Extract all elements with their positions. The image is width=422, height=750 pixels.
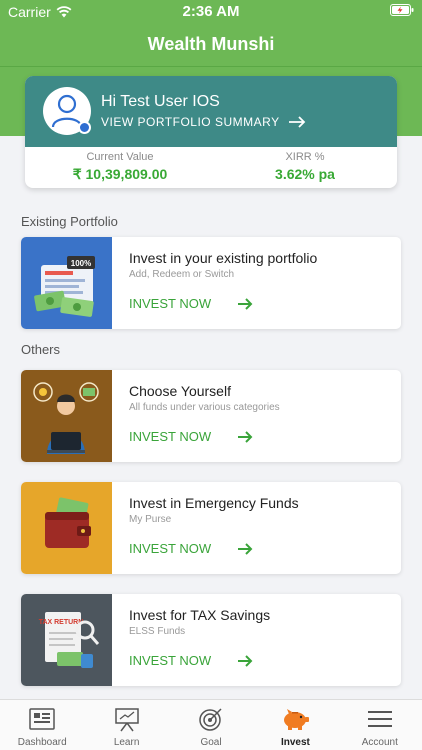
battery-icon — [390, 4, 414, 16]
view-summary-label: VIEW PORTFOLIO SUMMARY — [101, 115, 280, 129]
xirr-stat: XIRR % 3.62% pa — [255, 151, 355, 182]
invest-now-label: INVEST NOW — [129, 653, 212, 668]
piggy-bank-icon — [284, 709, 310, 730]
xirr-label: XIRR % — [285, 151, 325, 163]
tab-dashboard[interactable]: Dashboard — [0, 700, 84, 750]
goal-icon — [199, 708, 222, 731]
choose-yourself-illustration — [21, 370, 112, 462]
tab-label: Account — [361, 737, 398, 748]
xirr-value: 3.62% pa — [275, 166, 335, 182]
tax-return-text: TAX RETURN — [39, 619, 84, 626]
money-document-icon: 100% — [34, 256, 95, 317]
summary-header: Hi Test User IOS VIEW PORTFOLIO SUMMARY — [25, 76, 397, 147]
section-existing-portfolio: Existing Portfolio — [21, 214, 118, 229]
arrow-right-icon — [288, 116, 305, 128]
tab-account[interactable]: Account — [338, 700, 422, 750]
card-subtitle: My Purse — [129, 514, 172, 525]
menu-icon — [367, 711, 392, 727]
tab-invest[interactable]: Invest — [253, 700, 337, 750]
person-laptop-icon — [33, 382, 99, 454]
view-portfolio-summary-link[interactable]: VIEW PORTFOLIO SUMMARY — [101, 115, 306, 129]
current-value-stat: Current Value ₹ 10,39,809.00 — [55, 151, 185, 183]
card-subtitle: ELSS Funds — [129, 626, 186, 637]
arrow-right-icon — [238, 542, 253, 555]
existing-portfolio-illustration: 100% — [21, 237, 112, 329]
tab-goal[interactable]: Goal — [169, 700, 253, 750]
invest-now-button[interactable]: INVEST NOW — [129, 541, 253, 556]
tab-label: Invest — [280, 737, 310, 748]
card-subtitle: All funds under various categories — [129, 402, 280, 413]
tab-label: Learn — [113, 737, 140, 748]
current-value: ₹ 10,39,809.00 — [72, 166, 168, 182]
emergency-funds-card[interactable]: Invest in Emergency Funds My Purse INVES… — [21, 482, 401, 574]
card-subtitle: Add, Redeem or Switch — [129, 269, 235, 280]
arrow-right-icon — [238, 430, 253, 443]
tax-savings-illustration: TAX RETURN — [21, 594, 112, 686]
app-header: Wealth Munshi — [0, 22, 422, 66]
arrow-right-icon — [238, 654, 253, 667]
card-title: Invest in your existing portfolio — [129, 250, 318, 266]
dashboard-icon — [29, 708, 55, 730]
portfolio-summary-card[interactable]: Hi Test User IOS VIEW PORTFOLIO SUMMARY … — [25, 76, 397, 188]
status-bar: Carrier 2:36 AM — [0, 0, 422, 22]
learn-icon — [114, 708, 139, 732]
card-title: Invest for TAX Savings — [129, 607, 271, 623]
card-badge-100: 100% — [71, 259, 91, 268]
tax-return-icon: TAX RETURN — [39, 612, 100, 668]
invest-now-label: INVEST NOW — [129, 296, 212, 311]
invest-now-label: INVEST NOW — [129, 429, 212, 444]
tab-bar: Dashboard Learn Goal Invest Account — [0, 699, 422, 750]
tab-label: Dashboard — [17, 737, 67, 748]
app-title: Wealth Munshi — [147, 34, 275, 54]
tax-savings-card[interactable]: TAX RETURN Invest for TAX Savings ELSS F… — [21, 594, 401, 686]
invest-now-button[interactable]: INVEST NOW — [129, 296, 253, 311]
choose-yourself-card[interactable]: Choose Yourself All funds under various … — [21, 370, 401, 462]
greeting-text: Hi Test User IOS — [101, 93, 220, 110]
invest-now-button[interactable]: INVEST NOW — [129, 429, 253, 444]
current-value-label: Current Value — [86, 151, 154, 163]
avatar-status-dot — [78, 121, 91, 134]
tab-label: Goal — [200, 737, 222, 748]
tab-learn[interactable]: Learn — [84, 700, 168, 750]
status-time: 2:36 AM — [182, 3, 240, 20]
section-others: Others — [21, 342, 61, 357]
emergency-funds-illustration — [21, 482, 112, 574]
invest-now-button[interactable]: INVEST NOW — [129, 653, 253, 668]
invest-existing-card[interactable]: 100% Invest in your existing portfolio A… — [21, 237, 401, 329]
wallet-icon — [45, 497, 91, 548]
invest-now-label: INVEST NOW — [129, 541, 212, 556]
card-title: Choose Yourself — [129, 383, 231, 399]
card-title: Invest in Emergency Funds — [129, 495, 299, 511]
arrow-right-icon — [238, 297, 253, 310]
